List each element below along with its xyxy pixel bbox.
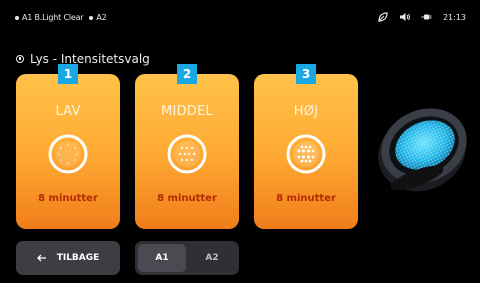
lamp-low-icon <box>48 134 88 174</box>
page-title: Lys - Intensitetsvalg <box>16 52 150 66</box>
status-bar: A1 B.Light Clear A2 21:13 <box>0 0 480 34</box>
info-icon <box>16 55 24 63</box>
card-duration: 8 minutter <box>276 193 336 204</box>
segment-a1[interactable]: A1 <box>138 244 186 272</box>
page-title-text: Lys - Intensitetsvalg <box>30 52 150 66</box>
intensity-card-high[interactable]: 3 HØJ 8 minutter <box>254 64 358 229</box>
arrow-left-icon <box>36 254 46 262</box>
card-label: MIDDEL <box>161 104 213 119</box>
card-number-badge: 1 <box>58 64 78 84</box>
zone1-dot-icon <box>15 16 19 20</box>
segment-a2[interactable]: A2 <box>188 244 236 272</box>
card-number-badge: 3 <box>296 64 316 84</box>
card-duration: 8 minutter <box>157 193 217 204</box>
zone2-dot-icon <box>89 16 94 20</box>
card-label: LAV <box>55 104 81 119</box>
status-icons: 21:13 <box>377 11 466 23</box>
plug-icon <box>421 14 432 20</box>
leaf-icon <box>378 12 388 22</box>
intensity-card-low[interactable]: 1 LAV 8 minutter <box>16 64 120 229</box>
zone1-indicator: A1 B.Light Clear <box>15 13 84 22</box>
card-duration: 8 minutter <box>38 193 98 204</box>
zone-segmented-control: A1 A2 <box>135 241 239 275</box>
back-button[interactable]: TILBAGE <box>16 241 120 275</box>
zone2-indicator: A2 <box>89 13 107 22</box>
intensity-card-medium[interactable]: 2 MIDDEL 8 minutter <box>135 64 239 229</box>
zone1-label: A1 B.Light Clear <box>22 13 84 22</box>
lamp-medium-icon <box>167 134 207 174</box>
clock: 21:13 <box>442 12 466 22</box>
card-number-badge: 2 <box>177 64 197 84</box>
light-device-illustration <box>378 108 467 192</box>
back-button-label: TILBAGE <box>56 253 100 263</box>
lamp-high-icon <box>286 134 326 174</box>
speaker-icon <box>399 13 410 21</box>
zone-status: A1 B.Light Clear A2 <box>15 13 107 22</box>
zone2-label: A2 <box>96 13 107 22</box>
card-label: HØJ <box>293 104 319 119</box>
